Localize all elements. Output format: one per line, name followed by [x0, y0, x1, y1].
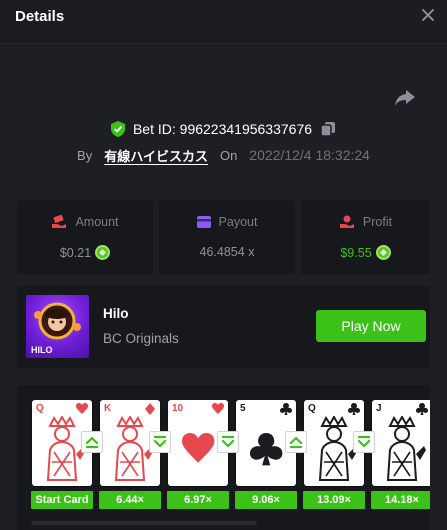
hilo-logo-icon: HILO	[31, 302, 81, 355]
card-multiplier: 6.44×	[99, 491, 161, 509]
card-history: Q Start Card K 6.44× 10 6.97× 5 9.06× Q 13.09× J 14…	[17, 385, 430, 530]
share-icon[interactable]	[394, 89, 416, 107]
horizontal-scrollbar[interactable]	[31, 521, 257, 525]
heart-suit-icon	[212, 403, 224, 414]
money-hand-icon	[52, 215, 67, 228]
card-multiplier: 9.06×	[235, 491, 297, 509]
bet-date: 2022/12/4 18:32:24	[249, 147, 370, 163]
payout-value: 46.4854 x	[199, 245, 255, 259]
dialog-title: Details	[15, 8, 65, 25]
currency-coin-icon	[375, 245, 391, 260]
playing-card: J	[372, 400, 430, 486]
game-provider: BC Originals	[103, 331, 179, 346]
copy-icon[interactable]	[320, 121, 336, 137]
on-label: On	[219, 147, 238, 163]
card-wallet-icon	[196, 216, 211, 228]
dialog-header: Details	[0, 0, 447, 44]
card-multiplier: 14.18×	[371, 491, 430, 509]
bet-id-text: Bet ID: 99622341956337676	[133, 121, 312, 137]
diamond-suit-icon	[145, 403, 155, 415]
card-rank: Q	[308, 403, 316, 414]
club-suit-icon	[416, 403, 428, 415]
game-name: Hilo	[103, 306, 129, 321]
card-multiplier: Start Card	[31, 491, 93, 509]
bet-author-row: By 有線ハイビスカス On 2022/12/4 18:32:24	[0, 145, 447, 165]
close-icon[interactable]	[419, 6, 437, 24]
higher-arrow-icon	[81, 431, 103, 453]
card-rank: 10	[172, 403, 184, 414]
card-multiplier: 6.97×	[167, 491, 229, 509]
bet-id-row: Bet ID: 99622341956337676	[0, 119, 447, 139]
lower-arrow-icon	[217, 431, 239, 453]
card-rank: K	[104, 403, 112, 414]
verified-shield-icon	[110, 121, 125, 137]
club-suit-icon	[348, 403, 360, 415]
game-thumbnail[interactable]: HILO	[26, 295, 89, 358]
card-rank: Q	[36, 403, 44, 414]
by-label: By	[77, 147, 93, 163]
game-card: HILO Hilo BC Originals Play Now	[17, 286, 430, 368]
amount-label: Amount	[75, 215, 119, 229]
lower-arrow-icon	[149, 431, 171, 453]
profit-stat: Profit $9.55	[301, 200, 430, 274]
heart-suit-icon	[76, 403, 88, 414]
profit-value: $9.55	[340, 245, 372, 260]
payout-label: Payout	[218, 215, 258, 229]
payout-stat: Payout 46.4854 x	[159, 200, 295, 274]
card-face-art	[386, 416, 426, 481]
play-now-button[interactable]: Play Now	[316, 310, 426, 342]
bet-id-label: Bet ID:	[132, 121, 176, 137]
card-rank: J	[376, 403, 382, 414]
lower-arrow-icon	[353, 431, 375, 453]
higher-arrow-icon	[285, 431, 307, 453]
currency-coin-icon	[95, 245, 111, 260]
amount-stat: Amount $0.21	[17, 200, 153, 274]
card-rank: 5	[240, 403, 246, 414]
bet-id-value: 99622341956337676	[179, 121, 313, 137]
thumb-label: HILO	[31, 345, 53, 355]
amount-value: $0.21	[59, 245, 92, 260]
card-multiplier: 13.09×	[303, 491, 365, 509]
coin-hand-icon	[339, 215, 354, 228]
club-suit-icon	[280, 403, 292, 415]
profit-label: Profit	[362, 215, 393, 229]
user-link[interactable]: 有線ハイビスカス	[104, 146, 208, 165]
